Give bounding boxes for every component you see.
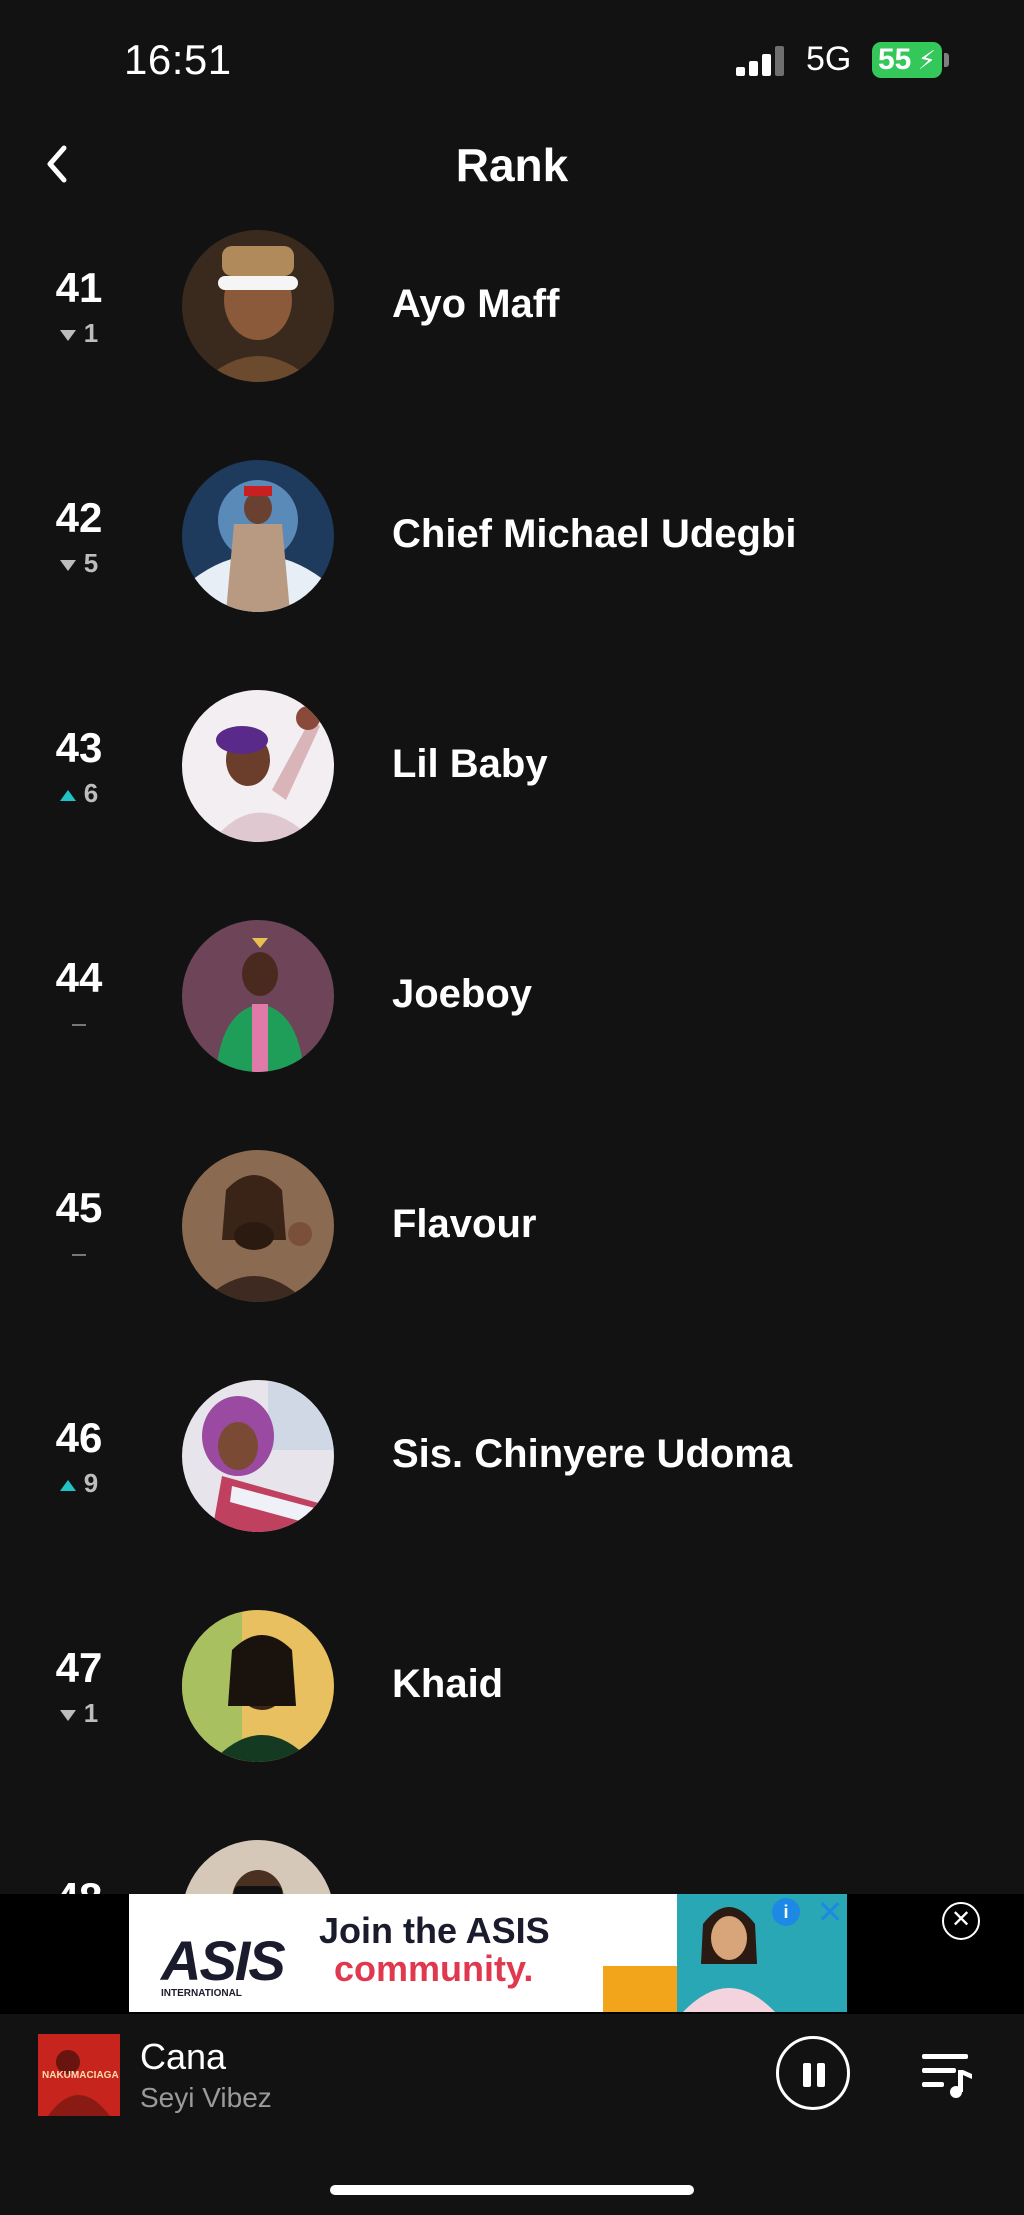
artist-avatar: [182, 690, 334, 842]
ad-logo: ASIS: [161, 1929, 286, 1992]
battery-nub: [944, 53, 949, 67]
album-cover[interactable]: NAKUMACIAGA: [38, 2034, 120, 2116]
artist-name[interactable]: Chief Michael Udegbi: [392, 512, 797, 557]
rank-change-value: 5: [83, 548, 99, 578]
queue-icon[interactable]: [922, 2052, 974, 2098]
song-artist[interactable]: Seyi Vibez: [140, 2082, 272, 2114]
ad-close-button[interactable]: ✕: [942, 1902, 980, 1940]
rank-up-icon: [59, 1479, 76, 1491]
rank-change: [34, 1238, 124, 1269]
artist-photo: [182, 1610, 334, 1762]
rank-change: 9: [34, 1468, 124, 1499]
album-cover-text: NAKUMACIAGA: [42, 2070, 119, 2081]
rank-number: 48: [34, 1874, 124, 1894]
network-label: 5G: [806, 40, 852, 78]
ad-area: ASIS INTERNATIONAL Join the ASIS communi…: [0, 1894, 1024, 2014]
charging-bolt-icon: ⚡: [917, 45, 936, 75]
rank-row[interactable]: 44 Joeboy: [0, 920, 1024, 1150]
rank-row[interactable]: 41 1 Ayo Maff: [0, 230, 1024, 460]
rank-down-icon: [59, 559, 76, 571]
rank-change-value: 1: [83, 318, 99, 348]
artist-avatar: [182, 1150, 334, 1302]
rank-down-icon: [59, 1709, 76, 1721]
artist-name[interactable]: Khaid: [392, 1662, 503, 1707]
battery-level: 55: [878, 43, 912, 76]
ad-banner[interactable]: ASIS INTERNATIONAL Join the ASIS communi…: [129, 1894, 847, 2012]
artist-name[interactable]: Ayo Maff: [392, 282, 559, 327]
status-bar: 16:51 5G 55 ⚡: [0, 0, 1024, 120]
artist-name[interactable]: Sis. Chinyere Udoma: [392, 1432, 792, 1477]
rank-number: 44: [55, 954, 103, 1001]
artist-name[interactable]: Joeboy: [392, 972, 532, 1017]
header: Rank: [0, 120, 1024, 230]
artist-name[interactable]: Flavour: [392, 1202, 536, 1247]
artist-avatar: [182, 1380, 334, 1532]
battery-icon: 55 ⚡: [872, 42, 942, 78]
rank-row[interactable]: 46 9 Sis. Chinyere Udoma: [0, 1380, 1024, 1610]
rank-row[interactable]: 47 1 Khaid: [0, 1610, 1024, 1840]
ad-logo-sub: INTERNATIONAL: [161, 1988, 242, 1999]
rank-number: 45: [55, 1184, 103, 1231]
artist-avatar: [182, 230, 334, 382]
rank-row[interactable]: 42 5 Chief Michael Udegbi: [0, 460, 1024, 690]
rank-change: 1: [34, 318, 124, 349]
rank-row[interactable]: 48: [0, 1840, 1024, 1894]
rank-row[interactable]: 45 Flavour: [0, 1150, 1024, 1380]
pause-icon: [803, 2063, 811, 2087]
rank-row[interactable]: 43 6 Lil Baby: [0, 690, 1024, 920]
rank-number: 42: [55, 494, 103, 541]
status-time: 16:51: [124, 36, 232, 83]
rank-unchanged-icon: [72, 1024, 86, 1027]
rank-up-icon: [59, 789, 76, 801]
artist-photo: [182, 1150, 334, 1302]
ad-subheadline: community.: [334, 1948, 534, 1989]
rank-change-value: 1: [83, 1698, 99, 1728]
mini-player[interactable]: NAKUMACIAGA Cana Seyi Vibez: [0, 2014, 1024, 2132]
ad-dismiss-icon[interactable]: ✕: [812, 1894, 848, 1930]
ad-person-image: [683, 1907, 775, 2012]
artist-photo: [182, 690, 334, 842]
artist-avatar: [182, 920, 334, 1072]
artist-photo: [182, 230, 334, 382]
artist-photo: [182, 1380, 334, 1532]
artist-photo: [182, 460, 334, 612]
ad-info-icon[interactable]: i: [772, 1898, 800, 1926]
artist-photo: [182, 1840, 334, 1894]
rank-change: 1: [34, 1698, 124, 1729]
page-title: Rank: [455, 139, 569, 191]
artist-avatar: [182, 1610, 334, 1762]
home-indicator[interactable]: [330, 2185, 694, 2195]
artist-avatar: [182, 460, 334, 612]
artist-avatar: [182, 1840, 334, 1894]
pause-button[interactable]: [776, 2036, 850, 2110]
artist-photo: [182, 920, 334, 1072]
rank-change-value: 9: [83, 1468, 99, 1498]
rank-change: 5: [34, 548, 124, 579]
rank-down-icon: [59, 329, 76, 341]
rank-change-value: 6: [83, 778, 99, 808]
rank-number: 43: [55, 724, 103, 771]
signal-icon: [736, 46, 790, 76]
rank-change: 6: [34, 778, 124, 809]
artist-name[interactable]: Lil Baby: [392, 742, 548, 787]
rank-change: [34, 1008, 124, 1039]
rank-number: 46: [55, 1414, 103, 1461]
ad-headline: Join the ASIS: [319, 1910, 550, 1951]
rank-number: 41: [55, 264, 103, 311]
rank-number: 47: [55, 1644, 103, 1691]
rank-list[interactable]: 41 1 Ayo Maff 42 5 Chief Michael Udegbi …: [0, 230, 1024, 1894]
rank-unchanged-icon: [72, 1254, 86, 1257]
song-title[interactable]: Cana: [140, 2036, 226, 2078]
